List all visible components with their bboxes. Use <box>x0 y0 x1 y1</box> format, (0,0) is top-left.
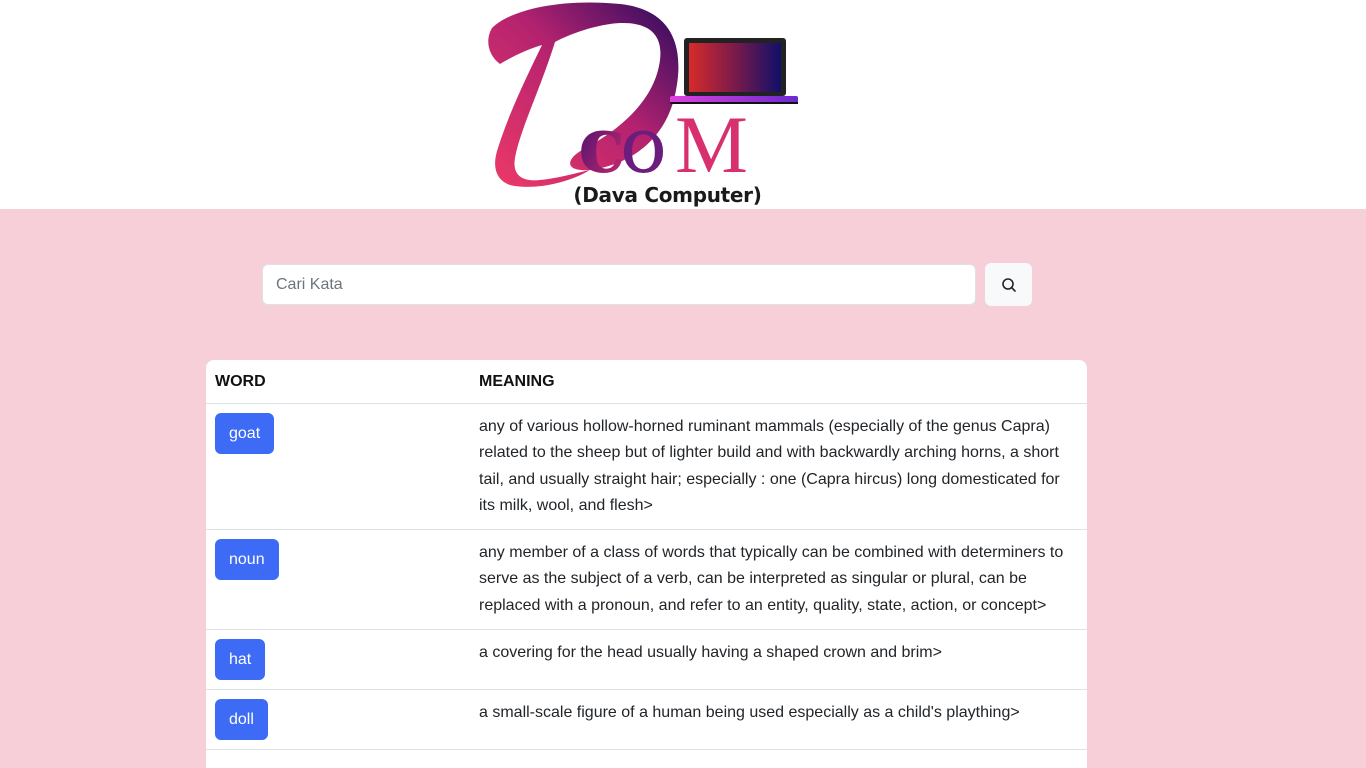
table-header-row: WORD MEANING <box>206 360 1087 404</box>
word-button[interactable]: goat <box>215 413 275 454</box>
search-input[interactable] <box>262 264 976 305</box>
word-cell: doll <box>206 689 470 751</box>
column-header-meaning: MEANING <box>470 360 1087 404</box>
table-row: doll a small-scale figure of a human bei… <box>206 689 1087 751</box>
table-row: goat any of various hollow-horned rumina… <box>206 403 1087 531</box>
column-header-word: WORD <box>206 360 470 404</box>
search-icon <box>1001 277 1016 292</box>
meaning-cell: a small-scale figure of a human being us… <box>470 689 1087 751</box>
svg-text:o: o <box>620 101 667 191</box>
dictionary-table: WORD MEANING goat any of various hollow-… <box>206 360 1087 751</box>
search-button[interactable] <box>985 263 1032 306</box>
word-cell: noun <box>206 529 470 631</box>
word-cell: hat <box>206 629 470 691</box>
word-button[interactable]: noun <box>215 539 279 581</box>
svg-text:c: c <box>578 100 626 191</box>
word-cell: goat <box>206 403 470 531</box>
table-row: noun any member of a class of words that… <box>206 529 1087 631</box>
header: c o M (Dava Computer) <box>0 0 1366 209</box>
dcom-logo-icon: c o M <box>488 2 798 191</box>
meaning-cell: any of various hollow-horned ruminant ma… <box>470 403 1087 531</box>
word-button[interactable]: hat <box>215 639 266 681</box>
logo-caption: (Dava Computer) <box>573 183 762 207</box>
dictionary-table-card: WORD MEANING goat any of various hollow-… <box>206 360 1087 768</box>
main-content: WORD MEANING goat any of various hollow-… <box>0 209 1366 768</box>
word-button[interactable]: doll <box>215 699 268 741</box>
table-row: hat a covering for the head usually havi… <box>206 629 1087 691</box>
meaning-cell: any member of a class of words that typi… <box>470 529 1087 631</box>
svg-text:M: M <box>675 99 748 190</box>
meaning-cell: a covering for the head usually having a… <box>470 629 1087 691</box>
